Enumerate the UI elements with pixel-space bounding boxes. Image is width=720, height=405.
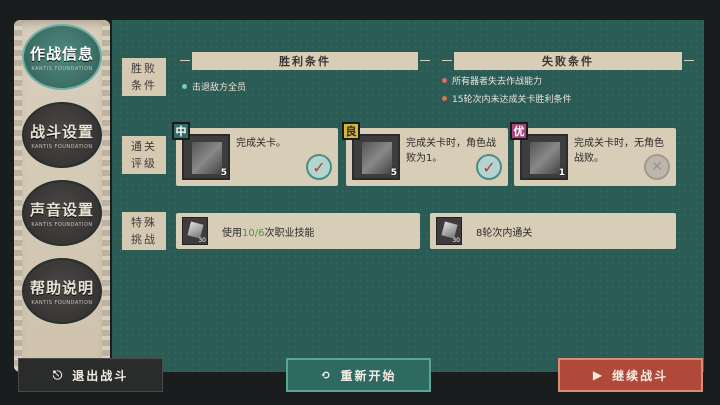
nav-item-sublabel: KANTIS FOUNDATION (31, 65, 93, 72)
nav-item-help[interactable]: 帮助说明 KANTIS FOUNDATION (22, 258, 102, 324)
reward-item-art (530, 142, 560, 174)
row-label-line: 条件 (131, 79, 157, 92)
reward-item-thumbnail[interactable]: 1 (520, 134, 568, 180)
restart-label: 重新开始 (340, 368, 397, 383)
nav-item-battle-settings[interactable]: 战斗设置 KANTIS FOUNDATION (22, 102, 102, 168)
lose-condition-text: 15轮次内未达成关卡胜利条件 (452, 95, 572, 105)
continue-battle-label: 继续战斗 (612, 368, 669, 383)
special-challenge-item: 30 8轮次内通关 (430, 213, 676, 249)
rating-card-excellent: 1 优 完成关卡时，无角色战败。 ✕ (510, 122, 676, 186)
rating-condition-text: 完成关卡。 (236, 138, 286, 149)
reward-item-art (362, 142, 392, 174)
rating-row-label: 通关 评级 (122, 136, 166, 174)
reward-count: 1 (558, 168, 565, 178)
achieved-check-icon: ✓ (306, 154, 332, 180)
lose-condition-text: 所有器者失去作战能力 (452, 77, 543, 87)
special-challenge-item: 30 使用10/6次职业技能 (176, 213, 420, 249)
reward-count: 5 (390, 168, 397, 178)
nav-item-sublabel: KANTIS FOUNDATION (31, 221, 93, 228)
row-label-line: 挑战 (131, 233, 157, 246)
nav-item-label: 战斗设置 (29, 122, 94, 141)
win-condition-text: 击退敌方全员 (192, 83, 247, 93)
lose-conditions-header: 失败条件 (442, 52, 694, 70)
continue-battle-button[interactable]: ▶ 继续战斗 (558, 358, 703, 392)
play-icon: ▶ (592, 368, 605, 382)
row-label-line: 评级 (131, 157, 157, 170)
row-label-line: 特殊 (131, 216, 157, 229)
challenge-text-suffix: 次职业技能 (264, 227, 315, 239)
row-label-line: 通关 (131, 140, 157, 153)
bullet-icon (182, 84, 187, 89)
lose-condition-item: 所有器者失去作战能力 (442, 74, 542, 87)
challenge-text: 8轮次内通关 (476, 224, 532, 239)
bullet-icon (442, 96, 447, 101)
not-achieved-icon: ✕ (644, 154, 670, 180)
rating-card-average: 5 中 完成关卡。 ✓ (172, 122, 338, 186)
rating-card-good: 5 良 完成关卡时，角色战败为1。 ✓ (342, 122, 508, 186)
restart-icon: ⟲ (320, 368, 333, 382)
nav-item-label: 帮助说明 (29, 278, 94, 297)
battle-info-panel: 胜败 条件 胜利条件 失败条件 击退敌方全员 所有器者失去作战能力 15轮次内未… (112, 20, 704, 372)
win-conditions-header: 胜利条件 (180, 52, 430, 70)
restart-button[interactable]: ⟲ 重新开始 (286, 358, 431, 392)
nav-item-sublabel: KANTIS FOUNDATION (31, 143, 93, 150)
nav-item-battle-info[interactable]: 作战信息 KANTIS FOUNDATION (22, 24, 102, 90)
exit-battle-label: 退出战斗 (72, 368, 129, 383)
challenge-row-label: 特殊 挑战 (122, 212, 166, 250)
achieved-check-icon: ✓ (476, 154, 502, 180)
reward-count: 5 (220, 168, 227, 178)
nav-item-sound-settings[interactable]: 声音设置 KANTIS FOUNDATION (22, 180, 102, 246)
exit-door-icon: ⎋ (52, 367, 65, 382)
grade-badge: 优 (510, 122, 528, 140)
challenge-reward-icon[interactable]: 30 (182, 217, 208, 245)
reward-count: 30 (452, 237, 460, 244)
lose-condition-item: 15轮次内未达成关卡胜利条件 (442, 92, 571, 105)
grade-badge: 中 (172, 122, 190, 140)
challenge-progress: 10/6 (242, 227, 265, 239)
nav-item-label: 声音设置 (29, 200, 94, 219)
reward-item-thumbnail[interactable]: 5 (352, 134, 400, 180)
challenge-text-prefix: 8轮次内通关 (476, 227, 533, 239)
nav-item-sublabel: KANTIS FOUNDATION (31, 299, 93, 306)
bullet-icon (442, 78, 447, 83)
challenge-reward-icon[interactable]: 30 (436, 217, 462, 245)
conditions-row-label: 胜败 条件 (122, 58, 166, 96)
grade-badge: 良 (342, 122, 360, 140)
reward-item-thumbnail[interactable]: 5 (182, 134, 230, 180)
reward-item-art (192, 142, 222, 174)
exit-battle-button[interactable]: ⎋ 退出战斗 (18, 358, 163, 392)
win-condition-item: 击退敌方全员 (182, 80, 246, 93)
nav-item-label: 作战信息 (29, 44, 94, 63)
challenge-text: 使用10/6次职业技能 (222, 224, 314, 239)
challenge-text-prefix: 使用 (222, 227, 242, 239)
row-label-line: 胜败 (131, 62, 157, 75)
reward-count: 30 (198, 237, 206, 244)
